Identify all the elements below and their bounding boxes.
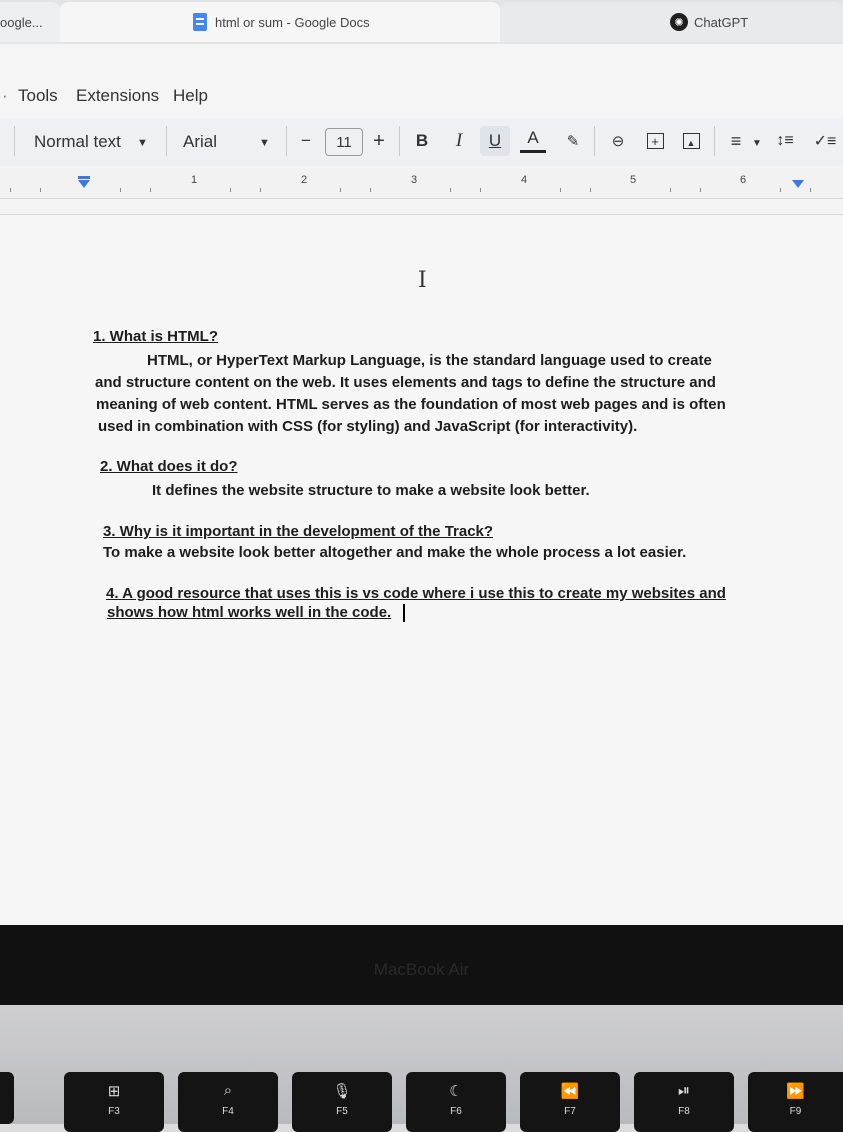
- ruler-mark: 6: [740, 174, 747, 186]
- key-f4[interactable]: ⌕ F4: [178, 1072, 278, 1132]
- checklist-icon[interactable]: ✓≡: [810, 126, 840, 156]
- ruler-mark: 3: [411, 174, 418, 186]
- tab-label: oogle...: [0, 14, 43, 30]
- answer-2: It defines the website structure to make…: [152, 482, 590, 499]
- toolbar-divider: [594, 126, 595, 156]
- toolbar-divider: [286, 126, 287, 156]
- decrease-font-size-button[interactable]: −: [296, 126, 316, 156]
- google-docs-icon: [193, 13, 207, 31]
- browser-tab-strip: oogle... html or sum - Google Docs ✺ Cha…: [0, 0, 843, 44]
- mission-control-icon: ⊞: [107, 1083, 121, 1100]
- link-icon[interactable]: ⊖: [606, 126, 630, 156]
- first-line-indent-marker[interactable]: [78, 176, 90, 179]
- tab-google-docs[interactable]: html or sum - Google Docs: [60, 2, 500, 42]
- tab-chatgpt[interactable]: ✺ ChatGPT: [500, 2, 843, 42]
- key-label: F4: [222, 1106, 234, 1117]
- left-indent-marker[interactable]: [78, 180, 90, 188]
- answer-3: To make a website look better altogether…: [103, 544, 687, 561]
- chatgpt-icon: ✺: [670, 13, 688, 31]
- line-spacing-icon[interactable]: ↕≡: [772, 126, 798, 156]
- menu-help[interactable]: Help: [173, 86, 208, 106]
- underline-button[interactable]: U: [480, 126, 510, 156]
- insert-image-icon[interactable]: ▲: [680, 126, 702, 156]
- answer-1-line: used in combination with CSS (for stylin…: [98, 418, 638, 435]
- key-f5[interactable]: 🎙 F5: [292, 1072, 392, 1132]
- key-f8[interactable]: ⏯ F8: [634, 1072, 734, 1132]
- key-label: F6: [450, 1106, 462, 1117]
- tab-label: html or sum - Google Docs: [215, 14, 370, 30]
- ruler-mark: 1: [191, 174, 198, 186]
- laptop-model-label: MacBook Air: [373, 960, 470, 979]
- add-comment-icon[interactable]: +: [644, 126, 666, 156]
- menu-tools[interactable]: Tools: [18, 86, 58, 106]
- align-icon[interactable]: ≡: [724, 126, 748, 156]
- question-4-line: shows how html works well in the code.: [107, 604, 392, 621]
- menu-edge-fragment: ·: [2, 86, 8, 105]
- key-f3[interactable]: ⊞ F3: [64, 1072, 164, 1132]
- answer-1-line: meaning of web content. HTML serves as t…: [96, 396, 726, 413]
- menu-extensions[interactable]: Extensions: [76, 86, 159, 106]
- search-icon: ⌕: [223, 1082, 233, 1099]
- key-label: F7: [564, 1106, 576, 1117]
- document-page[interactable]: [0, 214, 843, 925]
- ruler: [0, 168, 843, 199]
- text-cursor-icon: I: [418, 268, 427, 293]
- question-3-heading: 3. Why is it important in the developmen…: [103, 523, 494, 540]
- toolbar-divider: [14, 126, 15, 156]
- question-1-heading: 1. What is HTML?: [93, 328, 218, 345]
- font-select[interactable]: Arial: [183, 132, 217, 152]
- highlight-pen-icon[interactable]: ✎: [562, 126, 584, 156]
- text-caret: [403, 604, 405, 622]
- increase-font-size-button[interactable]: +: [369, 126, 389, 156]
- key-label: F9: [789, 1106, 802, 1117]
- key-f9[interactable]: ⏩ F9: [748, 1072, 843, 1132]
- italic-button[interactable]: I: [446, 126, 472, 156]
- key-f7[interactable]: ⏪ F7: [520, 1072, 620, 1132]
- question-2-heading: 2. What does it do?: [100, 458, 238, 475]
- ruler-mark: 4: [521, 174, 528, 186]
- rewind-icon: ⏪: [560, 1083, 580, 1100]
- bold-button[interactable]: B: [409, 126, 435, 156]
- ruler-mark: 2: [301, 174, 308, 186]
- text-color-button[interactable]: A: [520, 126, 546, 153]
- font-size-input[interactable]: 11: [325, 128, 363, 156]
- tab-label: ChatGPT: [694, 14, 749, 30]
- chevron-down-icon[interactable]: ▼: [752, 138, 762, 149]
- answer-1-line: HTML, or HyperText Markup Language, is t…: [147, 352, 712, 369]
- question-4-line: 4. A good resource that uses this is vs …: [106, 585, 726, 602]
- ruler-mark: 5: [630, 174, 637, 186]
- right-indent-marker[interactable]: [792, 180, 804, 188]
- toolbar-divider: [166, 126, 167, 156]
- chevron-down-icon[interactable]: ▼: [259, 137, 270, 149]
- key-f6[interactable]: ☾ F6: [406, 1072, 506, 1132]
- screen: oogle... html or sum - Google Docs ✺ Cha…: [0, 0, 843, 925]
- toolbar-divider: [714, 126, 715, 156]
- moon-icon: ☾: [449, 1083, 463, 1100]
- chevron-down-icon[interactable]: ▼: [137, 137, 148, 149]
- key-label: F8: [678, 1106, 690, 1117]
- key-label: F5: [336, 1106, 348, 1117]
- key-partial: [0, 1072, 14, 1124]
- microphone-icon: 🎙: [332, 1083, 352, 1100]
- tab-google[interactable]: oogle...: [0, 2, 60, 42]
- style-select[interactable]: Normal text: [34, 132, 121, 152]
- play-pause-icon: ⏯: [677, 1082, 690, 1099]
- key-label: F3: [108, 1106, 120, 1117]
- toolbar-divider: [399, 126, 400, 156]
- answer-1-line: and structure content on the web. It use…: [95, 374, 716, 391]
- fast-forward-icon: ⏩: [786, 1083, 805, 1100]
